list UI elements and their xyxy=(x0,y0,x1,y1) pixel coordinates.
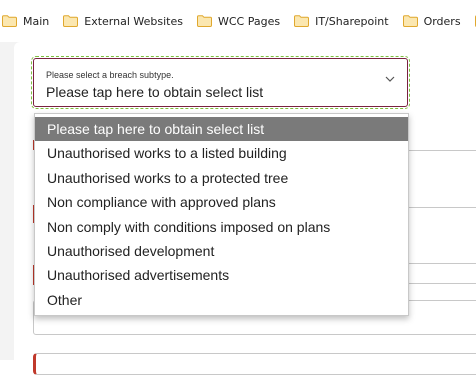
bookmark-wcc-pages[interactable]: WCC Pages xyxy=(195,12,282,31)
option-approved-plans[interactable]: Non compliance with approved plans xyxy=(35,190,408,214)
bookmark-label: Orders xyxy=(423,14,461,28)
bookmark-it-sharepoint[interactable]: IT/Sharepoint xyxy=(292,12,390,31)
bookmarks-bar: Main External Websites WCC Pages IT/Shar… xyxy=(0,0,476,42)
select-label: Please select a breach subtype. xyxy=(46,70,174,80)
bookmark-orders[interactable]: Orders xyxy=(401,12,463,31)
folder-icon xyxy=(196,15,212,27)
bookmark-main[interactable]: Main xyxy=(0,12,51,31)
bookmark-overflow-folder[interactable] xyxy=(473,12,476,30)
bookmark-label: Main xyxy=(23,14,50,28)
folder-icon xyxy=(2,15,17,27)
option-listed-building[interactable]: Unauthorised works to a listed building xyxy=(35,141,408,165)
folder-icon xyxy=(402,15,418,27)
option-conditions-on-plans[interactable]: Non comply with conditions imposed on pl… xyxy=(35,215,408,239)
option-other[interactable]: Other xyxy=(35,288,408,312)
folder-icon xyxy=(294,15,310,27)
select-current-value: Please tap here to obtain select list xyxy=(46,84,264,100)
bookmark-external-websites[interactable]: External Websites xyxy=(61,12,185,31)
option-unauthorised-advertisements[interactable]: Unauthorised advertisements xyxy=(35,263,408,287)
option-protected-tree[interactable]: Unauthorised works to a protected tree xyxy=(35,166,408,190)
bookmark-label: WCC Pages xyxy=(217,14,281,28)
bookmark-label: IT/Sharepoint xyxy=(315,14,389,28)
field-border xyxy=(409,150,476,151)
chevron-down-icon xyxy=(385,76,395,82)
field-border xyxy=(409,263,476,264)
field-border xyxy=(409,207,476,208)
required-field[interactable] xyxy=(33,353,476,375)
option-unauthorised-development[interactable]: Unauthorised development xyxy=(35,239,408,263)
bookmark-label: External Websites xyxy=(84,14,183,28)
breach-subtype-select[interactable]: Please select a breach subtype. Please t… xyxy=(31,56,410,109)
option-placeholder[interactable]: Please tap here to obtain select list xyxy=(35,117,408,142)
field-border xyxy=(409,283,476,284)
folder-icon xyxy=(63,15,79,27)
breach-subtype-options-list: Please tap here to obtain select list Un… xyxy=(34,113,409,316)
